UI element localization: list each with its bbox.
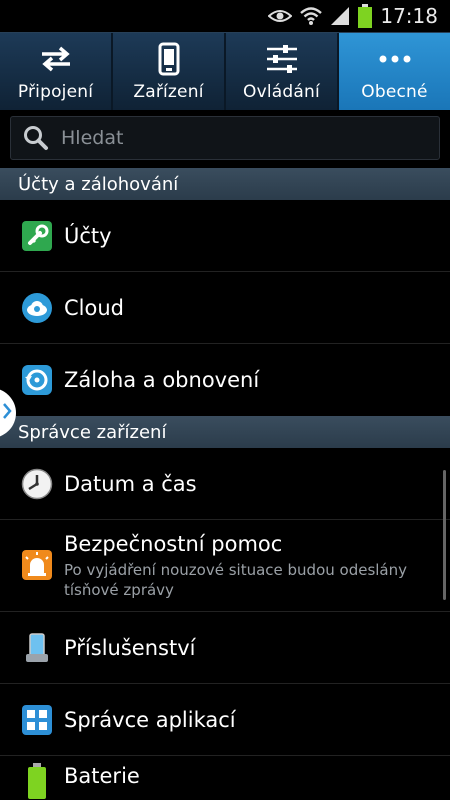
sliders-icon bbox=[265, 42, 299, 76]
list-item-backup[interactable]: Záloha a obnovení bbox=[0, 344, 450, 416]
item-title: Bezpečnostní pomoc bbox=[64, 531, 283, 556]
list-item-ucty[interactable]: Účty bbox=[0, 200, 450, 272]
scrollbar[interactable] bbox=[443, 470, 446, 600]
section-header-accounts: Účty a zálohování bbox=[0, 168, 450, 200]
wifi-icon bbox=[300, 6, 323, 26]
tab-ovladani[interactable]: Ovládání bbox=[226, 33, 339, 110]
tab-pripojeni[interactable]: Připojení bbox=[0, 33, 113, 110]
list-item-safety-assistance[interactable]: Bezpečnostní pomoc Po vyjádření nouzové … bbox=[0, 520, 450, 612]
accounts-key-icon bbox=[20, 219, 54, 253]
emergency-siren-icon bbox=[20, 548, 54, 582]
item-title: Příslušenství bbox=[64, 635, 196, 660]
backup-restore-icon bbox=[20, 363, 54, 397]
clock-time: 17:18 bbox=[380, 4, 438, 28]
swap-arrows-icon bbox=[39, 42, 73, 76]
item-title: Účty bbox=[64, 223, 112, 248]
tab-label: Připojení bbox=[17, 82, 94, 102]
list-item-date-time[interactable]: Datum a čas bbox=[0, 448, 450, 520]
item-texts: Bezpečnostní pomoc Po vyjádření nouzové … bbox=[64, 532, 450, 600]
item-subtitle: Po vyjádření nouzové situace budou odesl… bbox=[64, 560, 408, 599]
item-title: Správce aplikací bbox=[64, 707, 236, 732]
list-item-app-manager[interactable]: Správce aplikací bbox=[0, 684, 450, 756]
phone-icon bbox=[158, 42, 180, 76]
battery-status-icon bbox=[358, 4, 373, 28]
list-item-cloud[interactable]: Cloud bbox=[0, 272, 450, 344]
search-icon bbox=[23, 125, 49, 151]
list-item-accessories[interactable]: Příslušenství bbox=[0, 612, 450, 684]
battery-icon bbox=[20, 763, 54, 799]
list-item-battery[interactable]: Baterie bbox=[0, 756, 450, 800]
tab-label: Obecné bbox=[361, 82, 428, 102]
cloud-icon bbox=[20, 291, 54, 325]
clock-icon bbox=[20, 467, 54, 501]
tab-label: Zařízení bbox=[133, 82, 204, 102]
tab-label: Ovládání bbox=[243, 82, 320, 102]
chevron-right-icon bbox=[2, 402, 12, 424]
signal-icon bbox=[330, 6, 350, 26]
search-box[interactable] bbox=[10, 116, 440, 160]
eye-icon bbox=[268, 8, 293, 24]
item-title: Záloha a obnovení bbox=[64, 368, 260, 392]
item-title: Baterie bbox=[64, 764, 140, 788]
tab-bar: Připojení Zařízení Ovládání Obecné bbox=[0, 32, 450, 110]
item-title: Cloud bbox=[64, 295, 124, 320]
tab-zarizeni[interactable]: Zařízení bbox=[113, 33, 226, 110]
search-input[interactable] bbox=[59, 126, 439, 150]
accessory-dock-icon bbox=[20, 631, 54, 665]
item-title: Datum a čas bbox=[64, 471, 197, 496]
status-bar: 17:18 bbox=[0, 0, 450, 32]
search-area bbox=[0, 110, 450, 168]
app-grid-icon bbox=[20, 703, 54, 737]
section-header-device-manager: Správce zařízení bbox=[0, 416, 450, 448]
more-dots-icon bbox=[378, 42, 412, 76]
tab-obecne[interactable]: Obecné bbox=[339, 33, 450, 110]
